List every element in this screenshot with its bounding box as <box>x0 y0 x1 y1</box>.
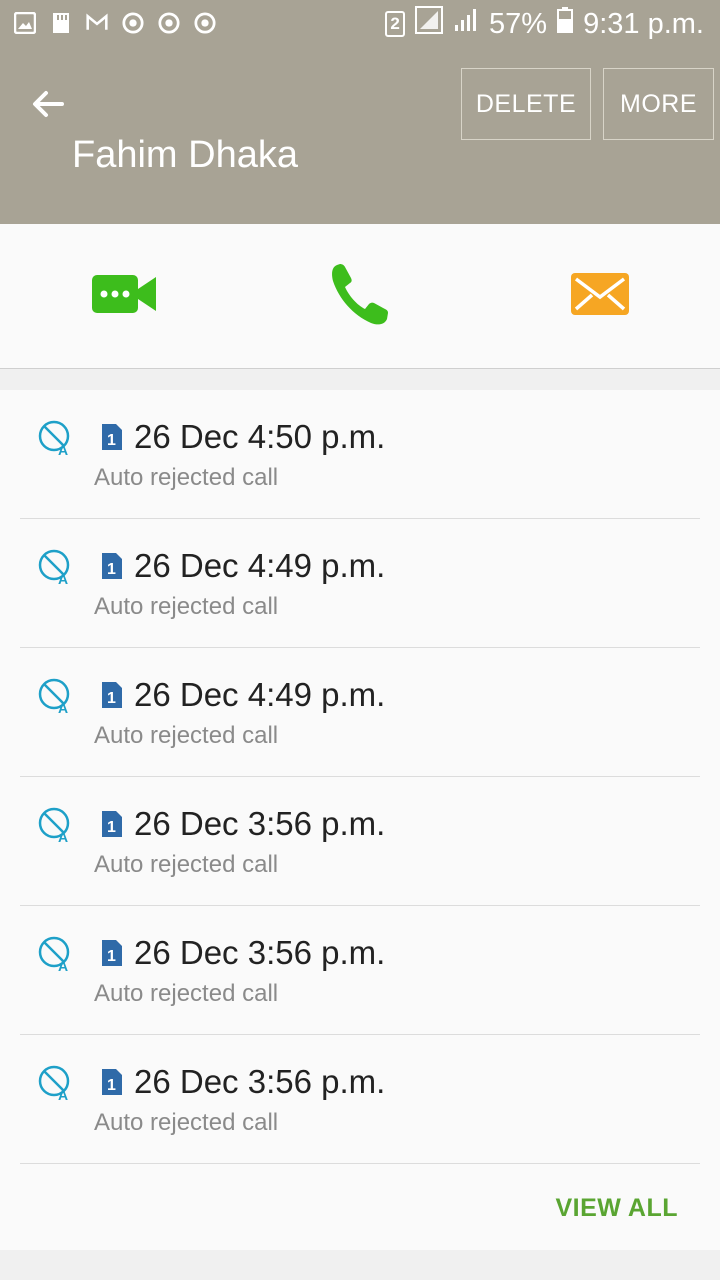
svg-text:1: 1 <box>107 690 116 707</box>
svg-text:1: 1 <box>107 561 116 578</box>
sd-card-icon <box>50 12 72 34</box>
svg-text:A: A <box>58 571 68 585</box>
call-time: 26 Dec 4:49 p.m. <box>134 676 386 713</box>
chrome-icon <box>194 12 216 34</box>
call-status: Auto rejected call <box>94 722 279 749</box>
svg-text:A: A <box>58 829 68 843</box>
sim1-icon: 1 <box>100 680 124 710</box>
more-button[interactable]: MORE <box>603 68 714 140</box>
back-button[interactable] <box>28 84 68 124</box>
svg-text:1: 1 <box>107 819 116 836</box>
auto-reject-icon: A <box>38 936 74 974</box>
clock: 9:31 p.m. <box>583 7 704 40</box>
call-time: 26 Dec 4:50 p.m. <box>134 418 386 455</box>
svg-text:A: A <box>58 700 68 714</box>
gmail-icon <box>86 12 108 34</box>
call-time: 26 Dec 3:56 p.m. <box>134 805 386 842</box>
auto-reject-icon: A <box>38 549 74 587</box>
svg-text:A: A <box>58 1087 68 1101</box>
voice-call-button[interactable] <box>320 260 400 332</box>
delete-button[interactable]: DELETE <box>461 68 591 140</box>
auto-reject-icon: A <box>38 807 74 845</box>
signal-sim1-icon <box>415 6 444 42</box>
call-log-entry[interactable]: A 1 26 Dec 3:56 p.m. Auto rejected call <box>20 777 700 906</box>
view-all-button[interactable]: VIEW ALL <box>555 1194 678 1223</box>
contact-name: Fahim Dhaka <box>72 134 298 176</box>
auto-reject-icon: A <box>38 420 74 458</box>
status-bar: 2 57% 9:31 p.m. <box>0 0 720 50</box>
call-status: Auto rejected call <box>94 593 279 620</box>
chrome-icon <box>122 12 144 34</box>
call-time: 26 Dec 3:56 p.m. <box>134 1063 386 1100</box>
call-log-entry[interactable]: A 1 26 Dec 4:49 p.m. Auto rejected call <box>20 648 700 777</box>
call-status: Auto rejected call <box>94 1109 279 1136</box>
call-status: Auto rejected call <box>94 980 279 1007</box>
message-button[interactable] <box>560 260 640 332</box>
call-status: Auto rejected call <box>94 851 279 878</box>
app-header: Fahim Dhaka DELETE MORE <box>0 50 720 224</box>
call-log-entry[interactable]: A 1 26 Dec 4:50 p.m. Auto rejected call <box>20 390 700 519</box>
sim-indicator: 2 <box>385 11 406 37</box>
call-log-entry[interactable]: A 1 26 Dec 3:56 p.m. Auto rejected call <box>20 1035 700 1164</box>
system-status: 2 57% 9:31 p.m. <box>385 6 704 42</box>
video-call-icon <box>90 271 160 322</box>
call-status: Auto rejected call <box>94 464 279 491</box>
sim1-icon: 1 <box>100 551 124 581</box>
svg-text:1: 1 <box>107 432 116 449</box>
sim1-icon: 1 <box>100 1067 124 1097</box>
sim1-icon: 1 <box>100 422 124 452</box>
phone-icon <box>329 261 391 332</box>
call-time: 26 Dec 3:56 p.m. <box>134 934 386 971</box>
video-call-button[interactable] <box>85 260 165 332</box>
sim1-icon: 1 <box>100 809 124 839</box>
chrome-icon <box>158 12 180 34</box>
battery-icon <box>557 7 574 41</box>
gallery-icon <box>14 12 36 34</box>
contact-actions <box>0 224 720 369</box>
back-arrow-icon <box>28 91 68 128</box>
call-log-entry[interactable]: A 1 26 Dec 4:49 p.m. Auto rejected call <box>20 519 700 648</box>
battery-percent: 57% <box>489 7 548 40</box>
auto-reject-icon: A <box>38 678 74 716</box>
svg-text:1: 1 <box>107 1077 116 1094</box>
svg-text:1: 1 <box>107 948 116 965</box>
svg-text:A: A <box>58 958 68 972</box>
signal-sim2-icon <box>453 7 479 41</box>
svg-text:A: A <box>58 442 68 456</box>
auto-reject-icon: A <box>38 1065 74 1103</box>
call-log-entry[interactable]: A 1 26 Dec 3:56 p.m. Auto rejected call <box>20 906 700 1035</box>
notification-icons <box>14 12 216 34</box>
call-log-list: A 1 26 Dec 4:50 p.m. Auto rejected call … <box>0 390 720 1250</box>
envelope-icon <box>570 271 630 322</box>
sim1-icon: 1 <box>100 938 124 968</box>
call-time: 26 Dec 4:49 p.m. <box>134 547 386 584</box>
